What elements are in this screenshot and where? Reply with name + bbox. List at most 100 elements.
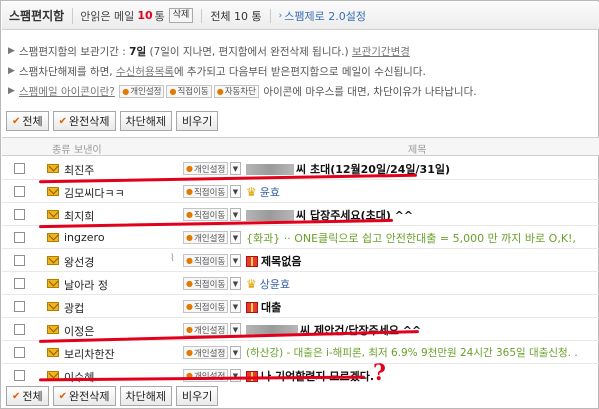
total-count: 전체 10 통 (210, 9, 262, 23)
sender-name[interactable]: 왕선경 (64, 254, 94, 270)
row-checkbox[interactable] (14, 255, 25, 266)
spam-settings-link[interactable]: › 스팸제로 2.0설정 (279, 8, 366, 24)
select-all-button[interactable]: ✔ 전체 (6, 111, 49, 131)
envelope-icon (47, 187, 59, 196)
mail-subject[interactable]: ♛ 윤효 (246, 184, 280, 200)
spam-icon: ● (186, 210, 193, 219)
change-retention-link[interactable]: 보관기간변경 (352, 44, 410, 59)
header-bar: 스팸편지함 안읽은 메일 10 통 삭제 전체 10 통 › 스팸제로 2.0설정 (2, 2, 599, 30)
unblock-button[interactable]: 차단해제 (119, 111, 172, 131)
mail-row[interactable]: 날아라 정 ● 직접이동 ▼ ♛ 상윤효 (2, 272, 599, 295)
spam-reason-tag[interactable]: ●개인설정 (183, 323, 229, 336)
bullet-icon: ▶ (8, 46, 15, 56)
row-checkbox[interactable] (14, 301, 25, 312)
mail-subject[interactable]: 대출 (246, 299, 281, 315)
header-divider (201, 8, 203, 23)
mail-row[interactable]: 광컵 ● 직접이동 ▼ 대출 (2, 295, 599, 318)
spam-reason-tag[interactable]: ● 직접이동 (183, 254, 229, 267)
row-checkbox[interactable] (14, 232, 25, 243)
folder-title: 스팸편지함 (2, 7, 74, 24)
row-checkbox[interactable] (14, 163, 25, 174)
sender-name[interactable]: 날아라 정 (64, 277, 108, 293)
sender-name[interactable]: 최지희 (64, 208, 94, 224)
mail-frame: 스팸편지함 안읽은 메일 10 통 삭제 전체 10 통 › 스팸제로 2.0설정… (0, 0, 599, 409)
sender-name[interactable]: 광컵 (64, 300, 84, 316)
sender-name[interactable]: 김모씨다ㅋㅋ (64, 185, 125, 201)
toolbar-top: ✔ 전체 ✔ 완전삭제 차단해제 비우기 (6, 111, 219, 131)
chevron-down-icon[interactable]: ▼ (230, 254, 241, 267)
mail-row[interactable]: 보리차한잔 ● 개인설정 ▼ (하산강) - 대출은 i-해피론, 최저 6.9%… (2, 341, 599, 364)
spam-reason-tag[interactable]: ●개인설정 (183, 346, 229, 359)
allow-list-link[interactable]: 수신허용목록 (116, 64, 174, 79)
mail-subject[interactable]: ♛ 상윤효 (246, 276, 290, 292)
check-icon: ✔ (58, 115, 68, 127)
mail-row[interactable]: ingzero ● 개인설정 ▼ {화과} ·· ONE클릭으로 쉽고 안전한대출… (2, 226, 599, 249)
envelope-icon (47, 302, 59, 311)
chevron-down-icon[interactable]: ▼ (230, 162, 241, 175)
spam-icon: ● (186, 164, 193, 173)
spam-icon: ● (186, 279, 193, 288)
mail-row[interactable]: 김모씨다ㅋㅋ ● 직접이동 ▼ ♛ 윤효 (2, 180, 599, 203)
gift-icon (246, 301, 258, 313)
envelope-icon (47, 164, 59, 173)
tag-auto-block: ● 자동차단 (213, 84, 259, 98)
sender-name[interactable]: 이정은 (64, 323, 94, 339)
delete-permanently-button[interactable]: ✔ 완전삭제 (52, 386, 116, 406)
empty-folder-button[interactable]: 비우기 (176, 111, 219, 131)
spam-reason-tag[interactable]: ● 직접이동 (183, 208, 229, 221)
unread-count: 10 (137, 9, 153, 22)
info-line-icons: ▶ 스팸메일 아이콘이란? ● 개인설정 ● 직접이동 ● 자동차단 아이콘에 마우스… (8, 84, 477, 99)
chevron-right-icon: › (278, 10, 283, 21)
envelope-icon (47, 348, 59, 357)
sender-name[interactable]: ingzero (64, 231, 105, 244)
mail-subject[interactable]: {화과} ·· ONE클릭으로 쉽고 안전한대출 = 5,000 만 까지 바로… (246, 230, 576, 246)
sender-name[interactable]: 최진주 (64, 162, 94, 178)
row-checkbox[interactable] (14, 209, 25, 220)
redacted-name (246, 163, 294, 175)
mail-subject[interactable]: 제목없음 (246, 253, 301, 269)
chevron-down-icon[interactable]: ▼ (230, 300, 241, 313)
row-checkbox[interactable] (14, 324, 25, 335)
chevron-down-icon[interactable]: ▼ (230, 369, 241, 382)
spam-reason-tag[interactable]: ●개인설정 (183, 231, 229, 244)
envelope-icon (47, 325, 59, 334)
spam-icon: ● (122, 86, 130, 96)
row-checkbox[interactable] (14, 370, 25, 381)
toolbar-bottom: ✔ 전체 ✔ 완전삭제 차단해제 비우기 (6, 386, 219, 406)
chevron-down-icon[interactable]: ▼ (230, 346, 241, 359)
spam-reason-tag[interactable]: ● 직접이동 (183, 300, 229, 313)
check-icon: ✔ (12, 115, 21, 127)
info-line-unblock: ▶ 스팸차단해제를 하면, 수신허용목록 에 추가되고 다음부터 받은편지함으로 … (8, 64, 426, 79)
spam-reason-tag[interactable]: ● 직접이동 (183, 277, 229, 290)
spam-icon: ● (186, 233, 193, 242)
select-all-button[interactable]: ✔ 전체 (6, 386, 49, 406)
spam-icon: ● (186, 325, 193, 334)
info-line-retention: ▶ 스팸편지함의 보관기간 : 7일 (7일이 지나면, 편지함에서 완전삭제 … (8, 44, 410, 59)
chevron-down-icon[interactable]: ▼ (230, 231, 241, 244)
spam-reason-tag[interactable]: ●개인설정 (183, 162, 229, 175)
mail-subject[interactable]: (하산강) - 대출은 i-해피론, 최저 6.9% 9천만원 24시간 365… (246, 345, 578, 360)
sender-name[interactable]: 보리차한잔 (64, 346, 115, 362)
spam-icon-help-link[interactable]: 스팸메일 아이콘이란? (19, 84, 115, 99)
column-kind: 종류 (52, 145, 71, 156)
crown-icon: ♛ (246, 277, 257, 291)
empty-folder-button[interactable]: 비우기 (176, 386, 219, 406)
delete-unread-button[interactable]: 삭제 (168, 8, 194, 23)
chevron-down-icon[interactable]: ▼ (230, 185, 241, 198)
mail-row[interactable]: 왕선경 ⌇ ● 직접이동 ▼ 제목없음 (2, 249, 599, 272)
envelope-icon (47, 233, 59, 242)
unblock-button[interactable]: 차단해제 (119, 386, 172, 406)
spam-reason-tag[interactable]: ● 직접이동 (183, 185, 229, 198)
row-checkbox[interactable] (14, 278, 25, 289)
spam-icon: ● (186, 187, 193, 196)
delete-permanently-button[interactable]: ✔ 완전삭제 (52, 111, 116, 131)
envelope-icon (47, 210, 59, 219)
mail-row[interactable]: 이정은 ● 개인설정 ▼ 씨 제안건/답장주세요 ^^ (2, 318, 599, 341)
row-checkbox[interactable] (14, 347, 25, 358)
chevron-down-icon[interactable]: ▼ (230, 208, 241, 221)
bullet-icon: ▶ (8, 86, 15, 96)
info-box: ▶ 스팸편지함의 보관기간 : 7일 (7일이 지나면, 편지함에서 완전삭제 … (8, 41, 593, 101)
tag-direct-move: ● 직접이동 (166, 84, 212, 98)
chevron-down-icon[interactable]: ▼ (230, 277, 241, 290)
row-checkbox[interactable] (14, 186, 25, 197)
